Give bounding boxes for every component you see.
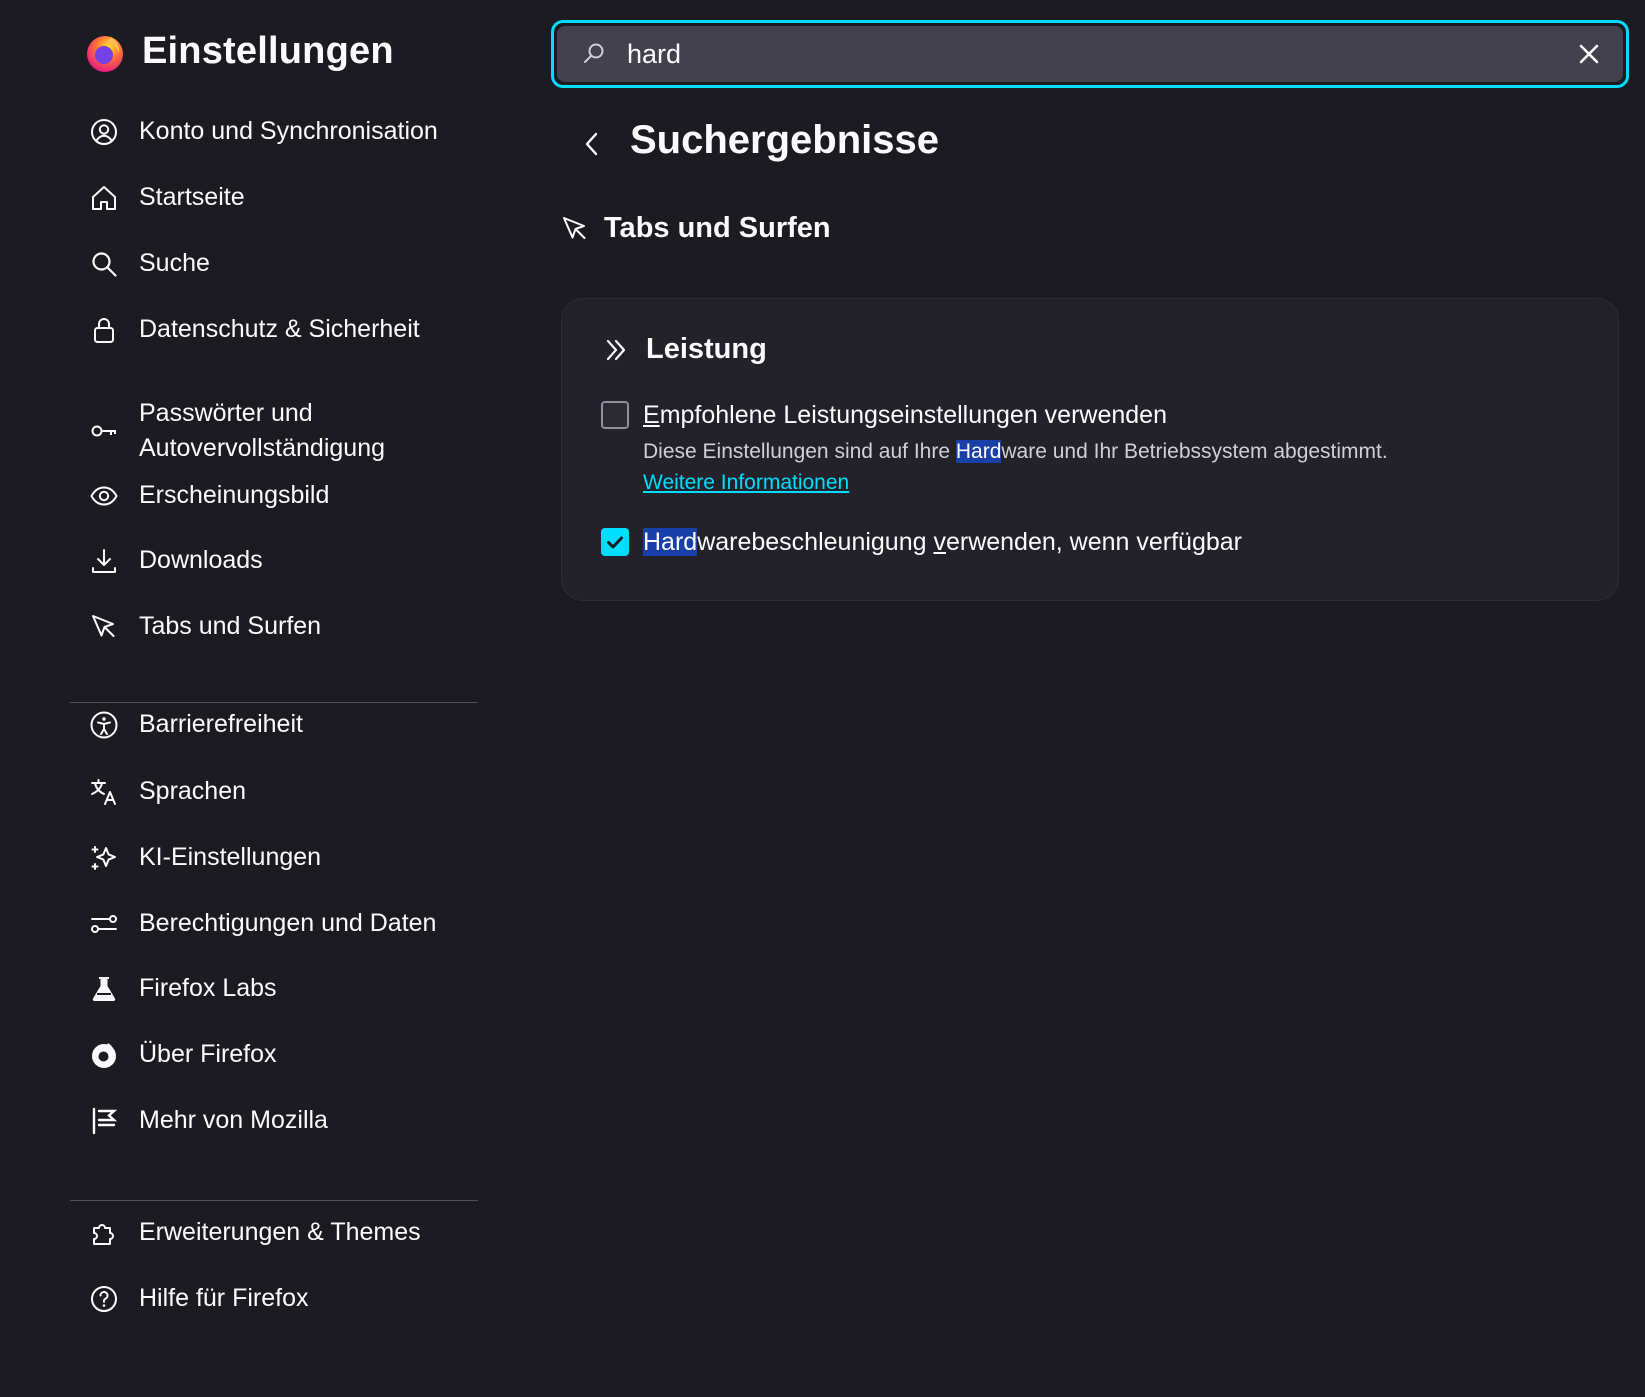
sidebar-item-label: Firefox Labs	[139, 974, 277, 1002]
accessibility-icon	[88, 709, 120, 741]
sidebar-item-label: Sprachen	[139, 777, 247, 805]
recommended-performance-description: Diese Einstellungen sind auf Ihre Hardwa…	[643, 440, 1388, 463]
sidebar-divider	[70, 1200, 478, 1201]
sidebar-item-home[interactable]: Startseite	[88, 180, 478, 215]
sidebar-item-search[interactable]: Suche	[88, 246, 478, 281]
sidebar-item-label: Startseite	[139, 183, 245, 211]
sidebar-item-label: Erscheinungsbild	[139, 481, 330, 509]
sidebar-item-extensions[interactable]: Erweiterungen & Themes	[88, 1215, 478, 1250]
page-title: Suchergebnisse	[630, 118, 940, 162]
section-title: Leistung	[646, 333, 767, 365]
sidebar-item-downloads[interactable]: Downloads	[88, 543, 478, 578]
puzzle-icon	[88, 1217, 120, 1249]
chevron-left-icon	[585, 132, 598, 156]
firefox-logo-icon	[87, 35, 123, 72]
sidebar-item-label: Hilfe für Firefox	[139, 1284, 309, 1312]
learn-more-link[interactable]: Weitere Informationen	[643, 468, 849, 498]
double-chevron-right-icon	[606, 339, 626, 360]
lock-icon	[88, 314, 120, 346]
sidebar-item-account[interactable]: Konto und Synchronisation	[88, 114, 478, 149]
flask-icon	[88, 973, 120, 1005]
sidebar-item-label: Berechtigungen und Daten	[139, 909, 437, 937]
sidebar-item-label: Über Firefox	[139, 1040, 277, 1068]
category-label: Tabs und Surfen	[604, 212, 831, 244]
sidebar-item-about-firefox[interactable]: Über Firefox	[88, 1037, 478, 1072]
sidebar-item-languages[interactable]: Sprachen	[88, 774, 478, 809]
translate-icon	[88, 776, 120, 808]
sidebar-divider	[70, 702, 478, 703]
search-box	[557, 26, 1623, 82]
search-match-highlight: Hard	[643, 528, 698, 556]
sidebar-item-label: Suche	[139, 249, 210, 277]
home-icon	[88, 182, 120, 214]
sidebar-item-accessibility[interactable]: Barrierefreiheit	[88, 707, 478, 742]
close-icon	[1579, 44, 1599, 64]
sidebar-item-more-mozilla[interactable]: Mehr von Mozilla	[88, 1103, 478, 1138]
download-icon	[88, 545, 120, 577]
sidebar-item-label: Datenschutz & Sicherheit	[139, 315, 420, 343]
sidebar-item-label: Mehr von Mozilla	[139, 1106, 328, 1134]
brand-header: Einstellungen	[84, 30, 394, 73]
clear-search-button[interactable]	[1569, 34, 1609, 74]
recommended-performance-label[interactable]: Empfohlene Leistungseinstellungen verwen…	[643, 399, 1167, 431]
sidebar-item-firefox-labs[interactable]: Firefox Labs	[88, 971, 478, 1006]
sidebar-item-passwords[interactable]: Passwörter und Autovervollständigung	[88, 396, 478, 466]
hardware-acceleration-label[interactable]: Hardwarebeschleunigung verwenden, wenn v…	[643, 526, 1242, 558]
sidebar-item-label: Passwörter und Autovervollständigung	[139, 399, 385, 462]
sidebar-item-label: KI-Einstellungen	[139, 843, 322, 871]
cursor-icon	[563, 216, 586, 239]
sidebar-item-privacy[interactable]: Datenschutz & Sicherheit	[88, 312, 478, 347]
sidebar-item-tabs-browsing[interactable]: Tabs und Surfen	[88, 609, 478, 644]
section-header: Leistung	[602, 333, 767, 366]
hardware-acceleration-checkbox[interactable]	[601, 528, 629, 556]
sliders-icon	[88, 908, 120, 940]
category-header: Tabs und Surfen	[560, 212, 831, 245]
performance-card: Leistung Empfohlene Leistungseinstellung…	[561, 298, 1619, 601]
search-input[interactable]	[621, 26, 1569, 82]
sidebar-item-label: Tabs und Surfen	[139, 612, 322, 640]
sidebar-item-label: Barrierefreiheit	[139, 710, 303, 738]
sidebar-item-permissions[interactable]: Berechtigungen und Daten	[88, 906, 478, 941]
sidebar-item-label: Erweiterungen & Themes	[139, 1218, 421, 1246]
sparkle-icon	[88, 842, 120, 874]
search-box-focus-ring	[551, 20, 1629, 88]
account-icon	[88, 116, 120, 148]
search-icon	[88, 248, 120, 280]
eye-icon	[88, 480, 120, 512]
recommended-performance-checkbox[interactable]	[601, 401, 629, 429]
firefox-mono-icon	[88, 1039, 120, 1071]
sidebar-item-label: Downloads	[139, 546, 263, 574]
sidebar: Einstellungen Konto und Synchronisation …	[0, 0, 500, 1397]
cursor-icon	[88, 611, 120, 643]
sidebar-item-help[interactable]: Hilfe für Firefox	[88, 1281, 478, 1316]
search-match-highlight: Hard	[955, 440, 1002, 463]
help-icon	[88, 1283, 120, 1315]
settings-title: Einstellungen	[142, 30, 394, 72]
sidebar-item-ai-settings[interactable]: KI-Einstellungen	[88, 840, 478, 875]
checkmark-icon	[607, 536, 623, 549]
key-icon	[88, 415, 120, 447]
mozilla-icon	[88, 1105, 120, 1137]
search-icon	[584, 43, 604, 63]
sidebar-item-appearance[interactable]: Erscheinungsbild	[88, 478, 478, 513]
back-button[interactable]	[574, 124, 610, 164]
sidebar-item-label: Konto und Synchronisation	[139, 117, 438, 145]
